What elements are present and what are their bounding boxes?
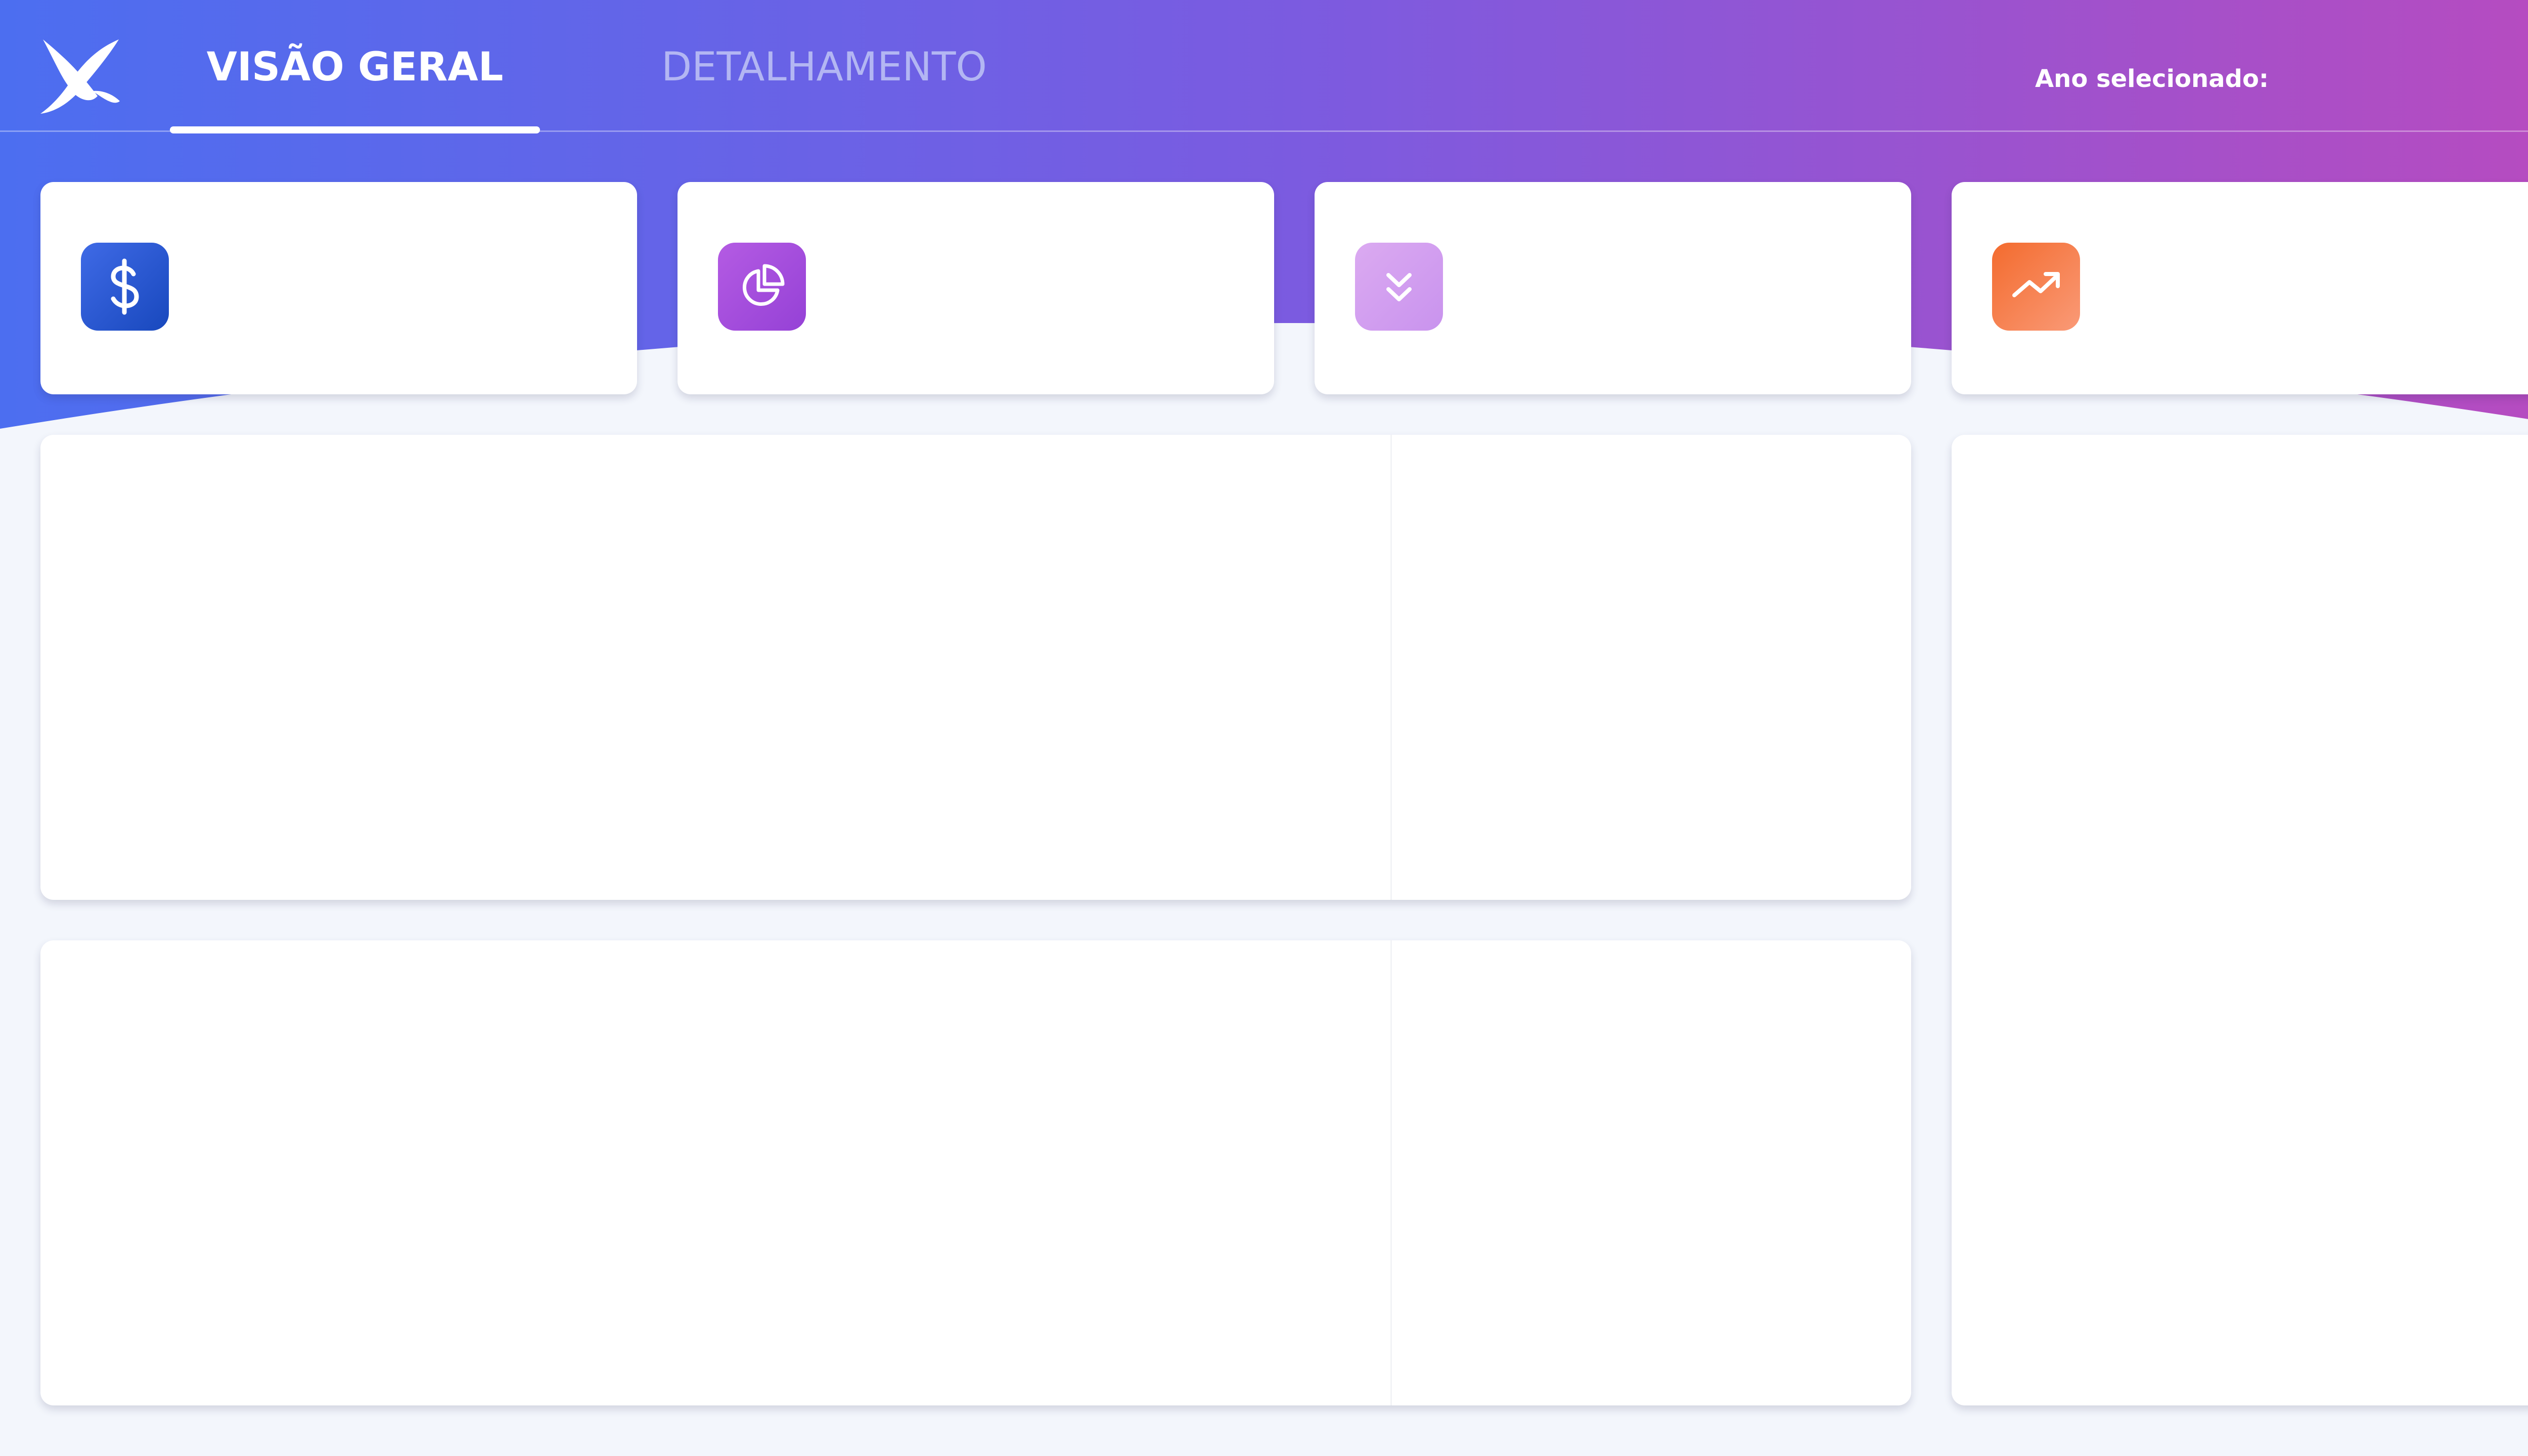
active-tab-indicator	[170, 126, 540, 133]
kpi-card-decrease	[1315, 182, 1911, 394]
nav-divider	[0, 130, 2528, 132]
kpi-card-growth	[1952, 182, 2528, 394]
tab-detalhamento[interactable]: DETALHAMENTO	[652, 35, 996, 99]
dollar-icon	[81, 243, 169, 331]
tab-visao-geral[interactable]: VISÃO GERAL	[170, 35, 540, 99]
panel-divider	[1390, 435, 1392, 900]
panel-divider	[1390, 940, 1392, 1405]
x-logo-icon	[40, 39, 120, 114]
pie-chart-icon	[718, 243, 806, 331]
trending-up-icon	[1992, 243, 2080, 331]
chart-panel-bottom	[40, 940, 1911, 1405]
chart-panel-top	[40, 435, 1911, 900]
top-nav: VISÃO GERAL DETALHAMENTO Ano selecionado…	[0, 0, 2528, 133]
side-panel	[1952, 435, 2528, 1405]
chevrons-down-icon	[1355, 243, 1443, 331]
kpi-card-revenue	[40, 182, 637, 394]
kpi-card-share	[678, 182, 1274, 394]
year-filter-label: Ano selecionado:	[2035, 65, 2269, 93]
